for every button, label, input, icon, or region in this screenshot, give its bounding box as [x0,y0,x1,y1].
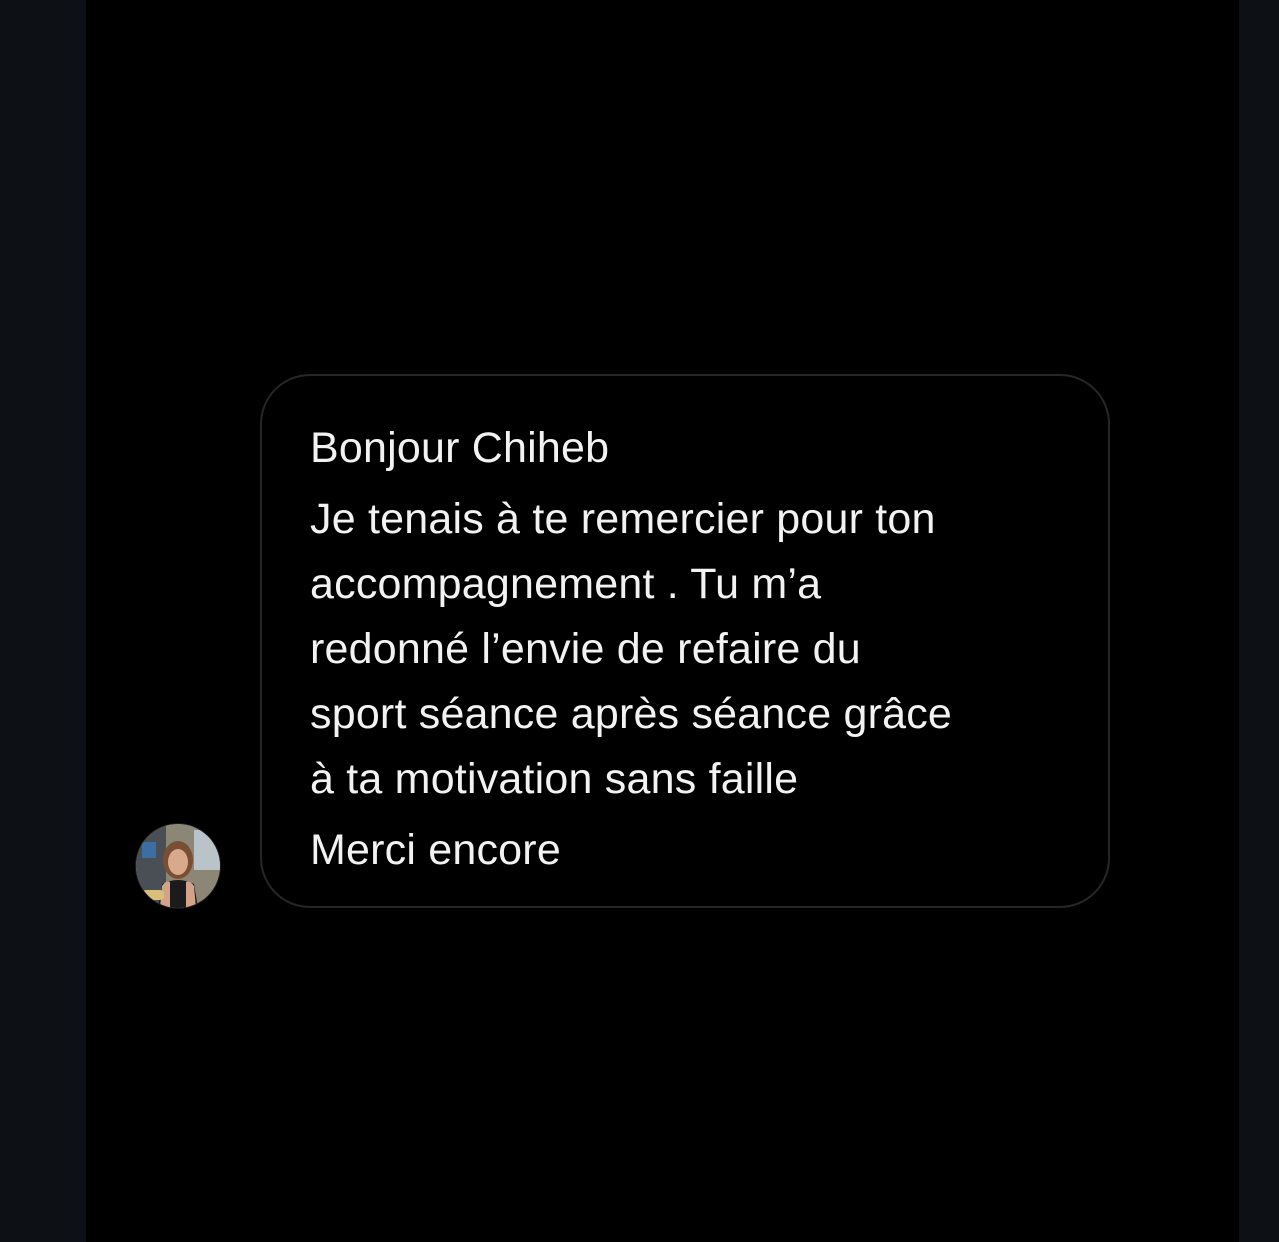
message-greeting: Bonjour Chiheb [310,424,610,472]
message-bubble[interactable]: Bonjour Chiheb Je tenais à te remercier … [260,374,1110,908]
right-edge [1239,0,1279,1242]
message-row: Bonjour Chiheb Je tenais à te remercier … [86,0,1239,1242]
message-body-line: accompagnement . Tu m’a [310,560,822,608]
screenshot-frame: Bonjour Chiheb Je tenais à te remercier … [0,0,1279,1242]
message-body-line: à ta motivation sans faille [310,755,799,803]
chat-panel: Bonjour Chiheb Je tenais à te remercier … [86,0,1239,1242]
profile-photo-avatar-icon [136,824,220,908]
message-body-line: Je tenais à te remercier pour ton [310,495,936,543]
left-edge [0,0,86,1242]
message-body-line: redonné l’envie de refaire du [310,625,861,673]
message-closing: Merci encore [310,826,561,874]
sender-avatar[interactable] [136,824,220,908]
message-body-line: sport séance après séance grâce [310,690,953,738]
